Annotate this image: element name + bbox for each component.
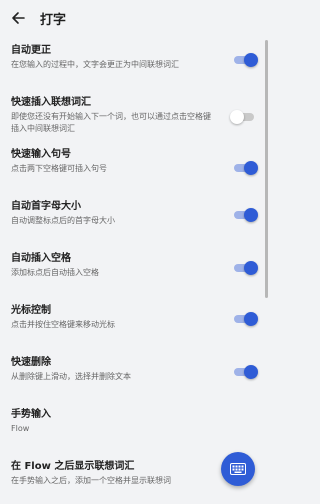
setting-title: 自动首字母大小 <box>11 201 81 212</box>
setting-cursor-control[interactable]: 光标控制 点击并按住空格键来移动光标 <box>0 296 268 348</box>
back-button[interactable] <box>0 0 36 36</box>
setting-title: 快速插入联想词汇 <box>11 97 91 108</box>
setting-description: 即使您还没有开始输入下一个词，也可以通过点击空格键插入中间联想词汇 <box>11 112 211 133</box>
autocorrect-toggle[interactable] <box>232 53 258 67</box>
setting-quick-period[interactable]: 快速输入句号 点击两下空格键可插入句号 <box>0 140 268 192</box>
keyboard-fab-button[interactable] <box>221 452 255 486</box>
setting-description: 自动调整标点后的首字母大小 <box>11 216 115 225</box>
setting-title: 自动插入空格 <box>11 253 71 264</box>
setting-title: 在 Flow 之后显示联想词汇 <box>11 461 135 472</box>
cursor-control-toggle[interactable] <box>232 312 258 326</box>
setting-gesture-input[interactable]: 手势输入 Flow <box>0 400 268 452</box>
setting-title: 手势输入 <box>11 409 51 420</box>
setting-title: 自动更正 <box>11 45 51 56</box>
setting-auto-capitalize[interactable]: 自动首字母大小 自动调整标点后的首字母大小 <box>0 192 268 244</box>
quick-period-toggle[interactable] <box>232 161 258 175</box>
setting-quick-delete[interactable]: 快速删除 从删除键上滑动，选择并删除文本 <box>0 348 268 400</box>
auto-capitalize-toggle[interactable] <box>232 208 258 222</box>
setting-description: 点击并按住空格键来移动光标 <box>11 320 115 329</box>
setting-title: 快速输入句号 <box>11 149 71 160</box>
setting-quick-insert-suggestion[interactable]: 快速插入联想词汇 即使您还没有开始输入下一个词，也可以通过点击空格键插入中间联想… <box>0 88 268 140</box>
keyboard-icon <box>230 463 246 475</box>
setting-description: 添加标点后自动插入空格 <box>11 268 99 277</box>
setting-title: 快速删除 <box>11 357 51 368</box>
setting-title: 光标控制 <box>11 305 51 316</box>
quick-insert-suggestion-toggle[interactable] <box>230 110 256 124</box>
setting-description: Flow <box>11 424 30 433</box>
page-title: 打字 <box>40 12 67 28</box>
quick-delete-toggle[interactable] <box>232 365 258 379</box>
setting-description: 在您输入的过程中，文字会更正为中间联想词汇 <box>11 60 179 69</box>
app-bar: 打字 <box>0 0 268 36</box>
auto-space-toggle[interactable] <box>232 261 258 275</box>
setting-auto-space[interactable]: 自动插入空格 添加标点后自动插入空格 <box>0 244 268 296</box>
arrow-left-icon <box>12 12 25 24</box>
setting-autocorrect[interactable]: 自动更正 在您输入的过程中，文字会更正为中间联想词汇 <box>0 36 268 88</box>
scrollbar[interactable] <box>265 40 268 298</box>
setting-description: 点击两下空格键可插入句号 <box>11 164 107 173</box>
setting-description: 从删除键上滑动，选择并删除文本 <box>11 372 131 381</box>
settings-list: 自动更正 在您输入的过程中，文字会更正为中间联想词汇 快速插入联想词汇 即使您还… <box>0 36 268 504</box>
setting-description: 在手势输入之后，添加一个空格并显示联想词 <box>11 476 171 485</box>
